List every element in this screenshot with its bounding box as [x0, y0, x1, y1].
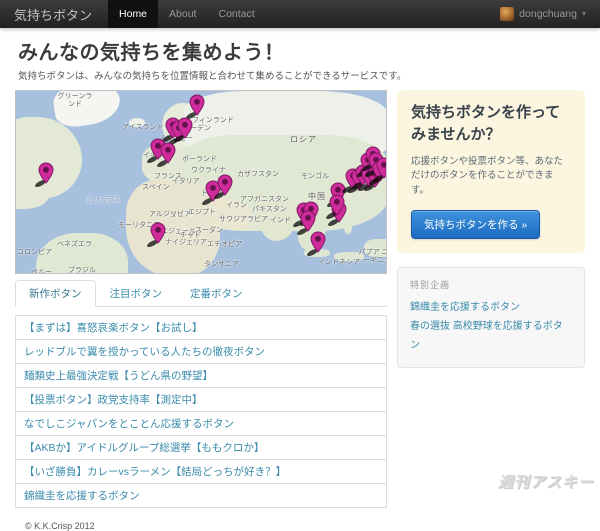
user-name: dongchuang	[519, 8, 577, 20]
button-list-item[interactable]: 錦織圭を応援するボタン	[16, 483, 386, 507]
map-place-label: タンザニア	[204, 261, 239, 268]
map-place-label: インド	[270, 217, 291, 224]
button-list-tabs: 新作ボタン 注目ボタン 定番ボタン	[15, 280, 387, 307]
weekly-ascii-watermark: 週刊アスキー	[497, 474, 594, 491]
promo-description: 応援ボタンや投票ボタン等、あなただけのボタンを作ることができます。	[411, 155, 564, 196]
button-list-item[interactable]: 【投票ボタン】政党支持率【測定中】	[16, 387, 386, 411]
map-place-label: 北大西洋	[86, 197, 122, 204]
promo-title: 気持ちボタンを作ってみませんか？	[411, 104, 561, 143]
button-list-item[interactable]: なでしこジャパンをとことん応援するボタン	[16, 411, 386, 435]
map-place-label: ナイジェリア	[165, 239, 207, 246]
brand-logo[interactable]: 気持ちボタン	[14, 0, 92, 28]
world-map[interactable]: グリーンランドアイスランドノルウェースウェーデンフィンランドイギリスポーランドフ…	[15, 90, 387, 274]
map-place-label: ベネズエラ	[57, 241, 92, 248]
map-place-label: ブラジル	[68, 267, 96, 274]
special-projects-header: 特別企画	[410, 279, 451, 290]
map-place-label: エジプト	[188, 209, 216, 216]
map-place-label: コロンビア	[17, 249, 52, 256]
map-place-label: パプア ニューギニア	[358, 249, 386, 265]
map-place-label: モンゴル	[301, 173, 329, 180]
map-place-label: カザフスタン	[237, 171, 279, 178]
map-pin-icon[interactable]	[155, 142, 181, 168]
map-pin-icon[interactable]	[212, 174, 238, 200]
user-avatar	[500, 7, 515, 21]
special-project-link[interactable]: 錦織圭を応援するボタン	[410, 298, 572, 317]
special-projects-links: 錦織圭を応援するボタン 春の選抜 高校野球を応援するボタン	[410, 298, 572, 355]
map-place-label: イラン	[226, 202, 247, 209]
top-navbar: 気持ちボタン Home About Contact dongchuang ▾	[0, 0, 600, 28]
button-list-item[interactable]: 【まずは】喜怒哀楽ボタン【お試し】	[16, 316, 386, 339]
special-projects-panel: 特別企画 錦織圭を応援するボタン 春の選抜 高校野球を応援するボタン	[397, 266, 585, 368]
copyright-text: © K.K.Crisp 2012	[25, 521, 95, 531]
tab-standard-buttons[interactable]: 定番ボタン	[176, 280, 257, 307]
tab-featured-buttons[interactable]: 注目ボタン	[96, 280, 177, 307]
map-place-label: ペルー	[31, 269, 52, 274]
user-menu[interactable]: dongchuang ▾	[486, 0, 600, 28]
map-pin-icon[interactable]	[33, 162, 59, 188]
create-button[interactable]: 気持ちボタンを作る »	[411, 209, 541, 239]
map-pin-icon[interactable]	[305, 231, 331, 257]
map-pin-icon[interactable]	[172, 117, 198, 143]
map-place-label: ポーランド	[182, 156, 217, 163]
map-place-label: ロシア	[290, 135, 317, 144]
map-pin-icon[interactable]	[371, 157, 386, 183]
nav-item-contact[interactable]: Contact	[207, 0, 265, 28]
map-place-label: スーダン	[195, 227, 223, 234]
map-place-label: インドネシア	[318, 259, 360, 266]
tab-new-buttons[interactable]: 新作ボタン	[15, 280, 96, 307]
map-place-label: エチオピア	[207, 241, 242, 248]
button-list-item[interactable]: 【いざ勝負】カレーvsラーメン【結局どっちが好き？】	[16, 459, 386, 483]
hero-section: みんなの気持ちを集めよう！ 気持ちボタンは、みんなの気持ちを位置情報と合わせて集…	[15, 36, 585, 82]
main-nav: Home About Contact	[108, 0, 266, 28]
nav-item-home[interactable]: Home	[108, 0, 159, 28]
nav-item-about[interactable]: About	[158, 0, 207, 28]
button-list-item[interactable]: 麺類史上最強決定戦【うどん県の野望】	[16, 363, 386, 387]
map-place-label: スペイン	[142, 184, 170, 191]
page-subtitle: 気持ちボタンは、みんなの気持ちを位置情報と合わせて集めることができるサービスです…	[18, 71, 407, 82]
map-pin-icon[interactable]	[145, 222, 171, 248]
map-place-label: グリーンランド	[57, 93, 93, 109]
promo-panel: 気持ちボタンを作ってみませんか？ 応援ボタンや投票ボタン等、あなただけのボタンを…	[397, 90, 585, 253]
button-list-item[interactable]: レッドブルで翼を授かっている人たちの徹夜ボタン	[16, 339, 386, 363]
map-place-label: イタリア	[172, 178, 200, 185]
special-project-link[interactable]: 春の選抜 高校野球を応援するボタン	[410, 317, 572, 355]
map-place-label: アイスランド	[122, 124, 164, 131]
page-title: みんなの気持ちを集めよう！	[18, 42, 285, 64]
map-place-label: サウジアラビア	[219, 216, 268, 223]
button-list-item[interactable]: 【AKBか】アイドルグループ総選挙【ももクロか】	[16, 435, 386, 459]
map-place-label: パキスタン	[252, 206, 287, 213]
chevron-down-icon: ▾	[581, 9, 586, 18]
new-buttons-list: 【まずは】喜怒哀楽ボタン【お試し】 レッドブルで翼を授かっている人たちの徹夜ボタン…	[15, 315, 387, 508]
map-place-label: アフガニスタン	[240, 196, 289, 203]
map-pin-icon[interactable]	[324, 194, 350, 220]
